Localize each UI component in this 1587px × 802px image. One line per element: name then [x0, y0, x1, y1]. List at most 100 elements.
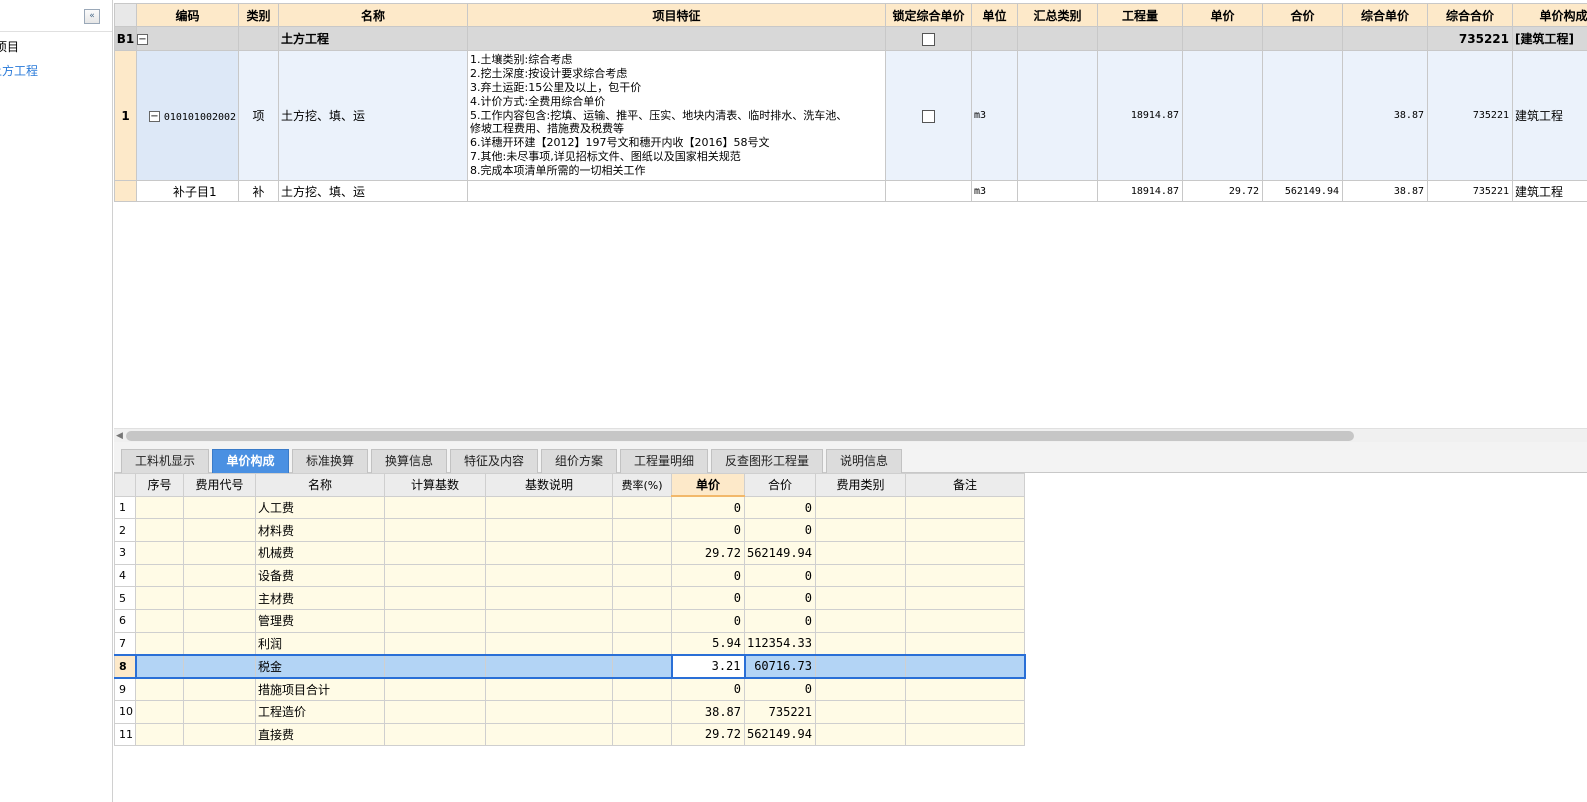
sub-quantity-cell[interactable]: 18914.87: [1097, 180, 1183, 202]
name-cell[interactable]: 工程造价: [255, 699, 385, 724]
group-lock-cell[interactable]: [885, 26, 972, 51]
total-cell[interactable]: 0: [744, 518, 816, 543]
remark-cell[interactable]: [905, 677, 1025, 701]
rate-cell[interactable]: [612, 518, 672, 543]
tab-reverse-lookup-quantity[interactable]: 反查图形工程量: [711, 449, 823, 473]
base-cell[interactable]: [384, 631, 486, 656]
table-row[interactable]: 8 税金 3.21 60716.73: [114, 654, 1026, 679]
total-cell[interactable]: 0: [744, 563, 816, 588]
rate-cell[interactable]: [612, 631, 672, 656]
price-cell[interactable]: 0: [671, 677, 745, 701]
col-header-type[interactable]: 类别: [238, 3, 279, 27]
total-cell[interactable]: 562149.94: [744, 541, 816, 565]
rate-cell[interactable]: [612, 699, 672, 724]
row-number[interactable]: 4: [114, 563, 136, 588]
col-header-name[interactable]: 名称: [278, 3, 468, 27]
row-number[interactable]: 7: [114, 631, 136, 656]
sub-total-cell[interactable]: 562149.94: [1262, 180, 1343, 202]
name-cell[interactable]: 利润: [255, 631, 385, 656]
col-header-fee-type[interactable]: 费用类别: [815, 473, 906, 497]
row-number[interactable]: 9: [114, 677, 136, 701]
col-header-base-desc[interactable]: 基数说明: [485, 473, 613, 497]
name-cell[interactable]: 主材费: [255, 586, 385, 611]
col-header-unit[interactable]: 单位: [971, 3, 1018, 27]
base-cell[interactable]: [384, 609, 486, 633]
row-number[interactable]: 5: [114, 586, 136, 611]
price-cell[interactable]: 29.72: [671, 541, 745, 565]
name-cell[interactable]: 材料费: [255, 518, 385, 543]
group-comp-total-cell[interactable]: 735221: [1427, 26, 1513, 51]
fee-code-cell[interactable]: [183, 654, 256, 679]
total-cell[interactable]: 562149.94: [744, 722, 816, 747]
table-row[interactable]: 6 管理费 0 0: [114, 609, 1025, 633]
fee-code-cell[interactable]: [183, 677, 256, 701]
item-quantity-cell[interactable]: 18914.87: [1097, 50, 1183, 181]
table-row[interactable]: 10 工程造价 38.87 735221: [114, 699, 1025, 724]
corner-cell[interactable]: [114, 3, 137, 27]
tab-pricing-scheme[interactable]: 组价方案: [541, 449, 617, 473]
col-header-remark[interactable]: 备注: [905, 473, 1025, 497]
base-cell[interactable]: [384, 677, 486, 701]
sub-feature-cell[interactable]: [467, 180, 886, 202]
seq-cell[interactable]: [135, 495, 184, 520]
row-number[interactable]: 2: [114, 518, 136, 543]
remark-cell[interactable]: [905, 586, 1025, 611]
base-desc-cell[interactable]: [485, 541, 613, 565]
group-total-cell[interactable]: [1262, 26, 1343, 51]
remark-cell[interactable]: [905, 722, 1025, 747]
name-cell[interactable]: 人工费: [255, 495, 385, 520]
item-unit-cell[interactable]: m3: [971, 50, 1018, 181]
fee-code-cell[interactable]: [183, 518, 256, 543]
base-desc-cell[interactable]: [485, 495, 613, 520]
base-cell[interactable]: [384, 586, 486, 611]
table-row[interactable]: 7 利润 5.94 112354.33: [114, 631, 1025, 656]
fee-type-cell[interactable]: [815, 677, 906, 701]
fee-type-cell[interactable]: [815, 631, 906, 656]
row-number[interactable]: 6: [114, 609, 136, 633]
tab-quantity-details[interactable]: 工程量明细: [620, 449, 708, 473]
base-desc-cell[interactable]: [485, 609, 613, 633]
table-row[interactable]: 9 措施项目合计 0 0: [114, 677, 1025, 701]
base-desc-cell[interactable]: [485, 586, 613, 611]
col-header-base[interactable]: 计算基数: [384, 473, 486, 497]
group-composition-cell[interactable]: [建筑工程]: [1512, 26, 1587, 51]
fee-code-cell[interactable]: [183, 699, 256, 724]
remark-cell[interactable]: [905, 631, 1025, 656]
fee-code-cell[interactable]: [183, 541, 256, 565]
bill-item-row[interactable]: 1 − 010101002002 项 土方挖、填、运 1.土壤类别:综合考虑 2…: [114, 50, 1587, 181]
price-cell[interactable]: 3.21: [670, 654, 746, 679]
rate-cell[interactable]: [612, 541, 672, 565]
col-header-code[interactable]: 编码: [136, 3, 239, 27]
price-cell[interactable]: 0: [671, 495, 745, 520]
base-desc-cell[interactable]: [485, 654, 613, 679]
base-desc-cell[interactable]: [485, 677, 613, 701]
group-quantity-cell[interactable]: [1097, 26, 1183, 51]
item-type-cell[interactable]: 项: [238, 50, 279, 181]
group-code-cell[interactable]: −: [136, 26, 239, 51]
group-price-cell[interactable]: [1182, 26, 1263, 51]
row-number[interactable]: 3: [114, 541, 136, 565]
tree-item-earthwork[interactable]: 土方工程: [0, 62, 38, 79]
row-number[interactable]: 1: [114, 495, 136, 520]
base-desc-cell[interactable]: [485, 518, 613, 543]
sub-summary-cell[interactable]: [1017, 180, 1098, 202]
seq-cell[interactable]: [135, 609, 184, 633]
col-header-quantity[interactable]: 工程量: [1097, 3, 1183, 27]
group-name-cell[interactable]: 土方工程: [278, 26, 468, 51]
total-cell[interactable]: 0: [744, 609, 816, 633]
col-header-fee-code[interactable]: 费用代号: [183, 473, 256, 497]
tab-unit-price-composition[interactable]: 单价构成: [212, 449, 289, 473]
group-row[interactable]: B1 − 土方工程 735221 [建筑工程]: [114, 26, 1587, 51]
fee-type-cell[interactable]: [815, 722, 906, 747]
seq-cell[interactable]: [135, 722, 184, 747]
tab-labor-material-machine[interactable]: 工料机显示: [121, 449, 209, 473]
remark-cell[interactable]: [905, 541, 1025, 565]
item-feature-cell[interactable]: 1.土壤类别:综合考虑 2.挖土深度:按设计要求综合考虑 3.弃土运距:15公里…: [467, 50, 886, 181]
row-number[interactable]: 10: [114, 699, 136, 724]
row-number[interactable]: [114, 180, 137, 202]
fee-code-cell[interactable]: [183, 722, 256, 747]
base-cell[interactable]: [384, 563, 486, 588]
name-cell[interactable]: 措施项目合计: [255, 677, 385, 701]
name-cell[interactable]: 直接费: [255, 722, 385, 747]
base-desc-cell[interactable]: [485, 563, 613, 588]
